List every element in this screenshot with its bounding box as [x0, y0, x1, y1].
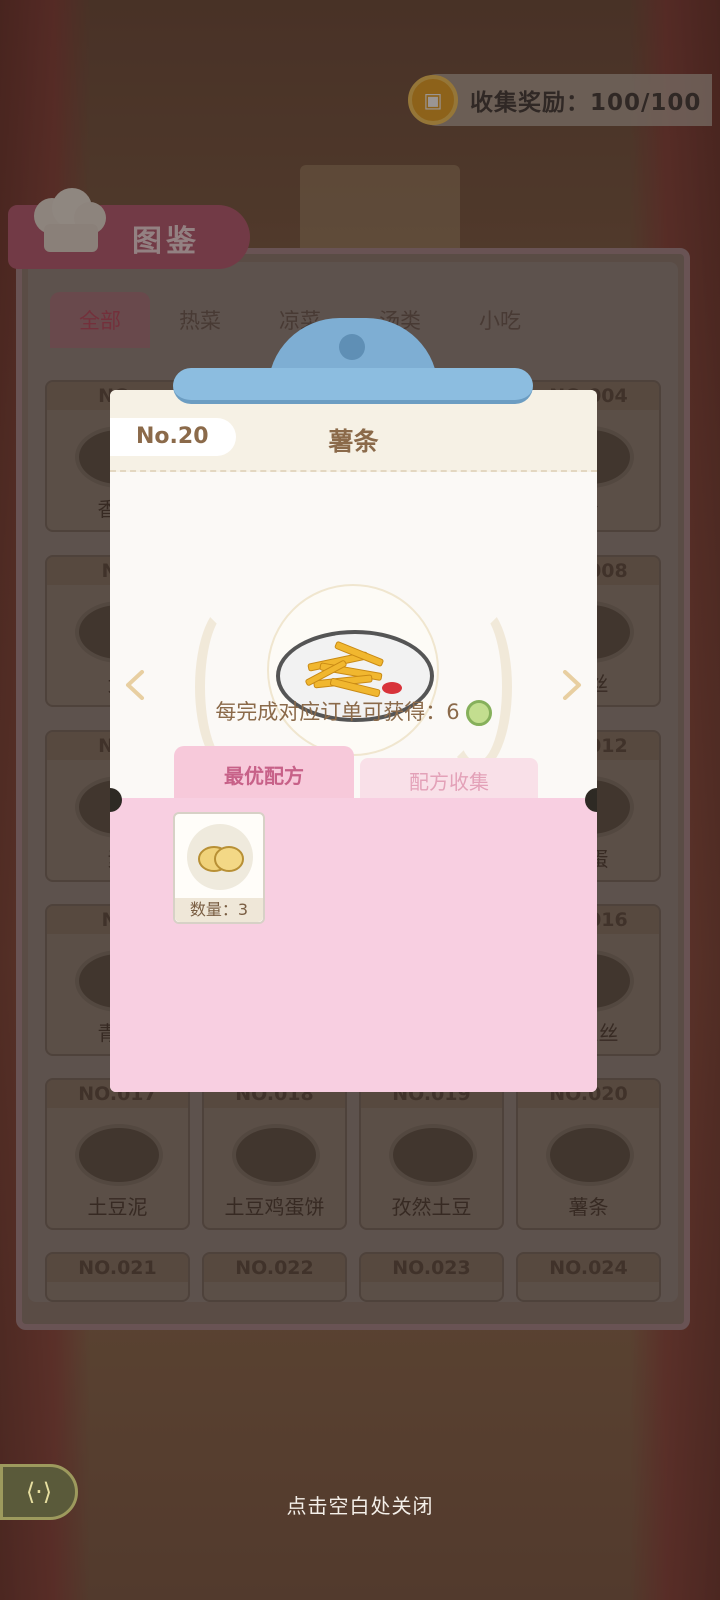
dish-title: 薯条 — [328, 427, 379, 456]
tab-best-recipe[interactable]: 最优配方 — [174, 746, 354, 802]
dish-detail-modal: No.20 薯条 每完成对应订单可获得：6 最优配方 配方收集 数量：3 — [110, 390, 597, 1092]
coin-icon — [465, 700, 492, 726]
order-reward-row: 每完成对应订单可获得：6 — [110, 696, 597, 726]
ingredient-card[interactable]: 数量：3 — [173, 812, 265, 924]
clipboard-clip-hole — [339, 334, 365, 360]
tab-recipe-collection[interactable]: 配方收集 — [360, 758, 538, 802]
clipboard-clip-bar — [173, 368, 533, 404]
potato-icon — [198, 846, 244, 872]
order-reward-text: 每完成对应订单可获得：6 — [215, 700, 460, 724]
ingredient-quantity: 数量：3 — [175, 898, 263, 922]
laurel-right-icon — [442, 602, 512, 772]
french-fries-icon — [305, 641, 402, 698]
close-hint: 点击空白处关闭 — [286, 1494, 434, 1518]
